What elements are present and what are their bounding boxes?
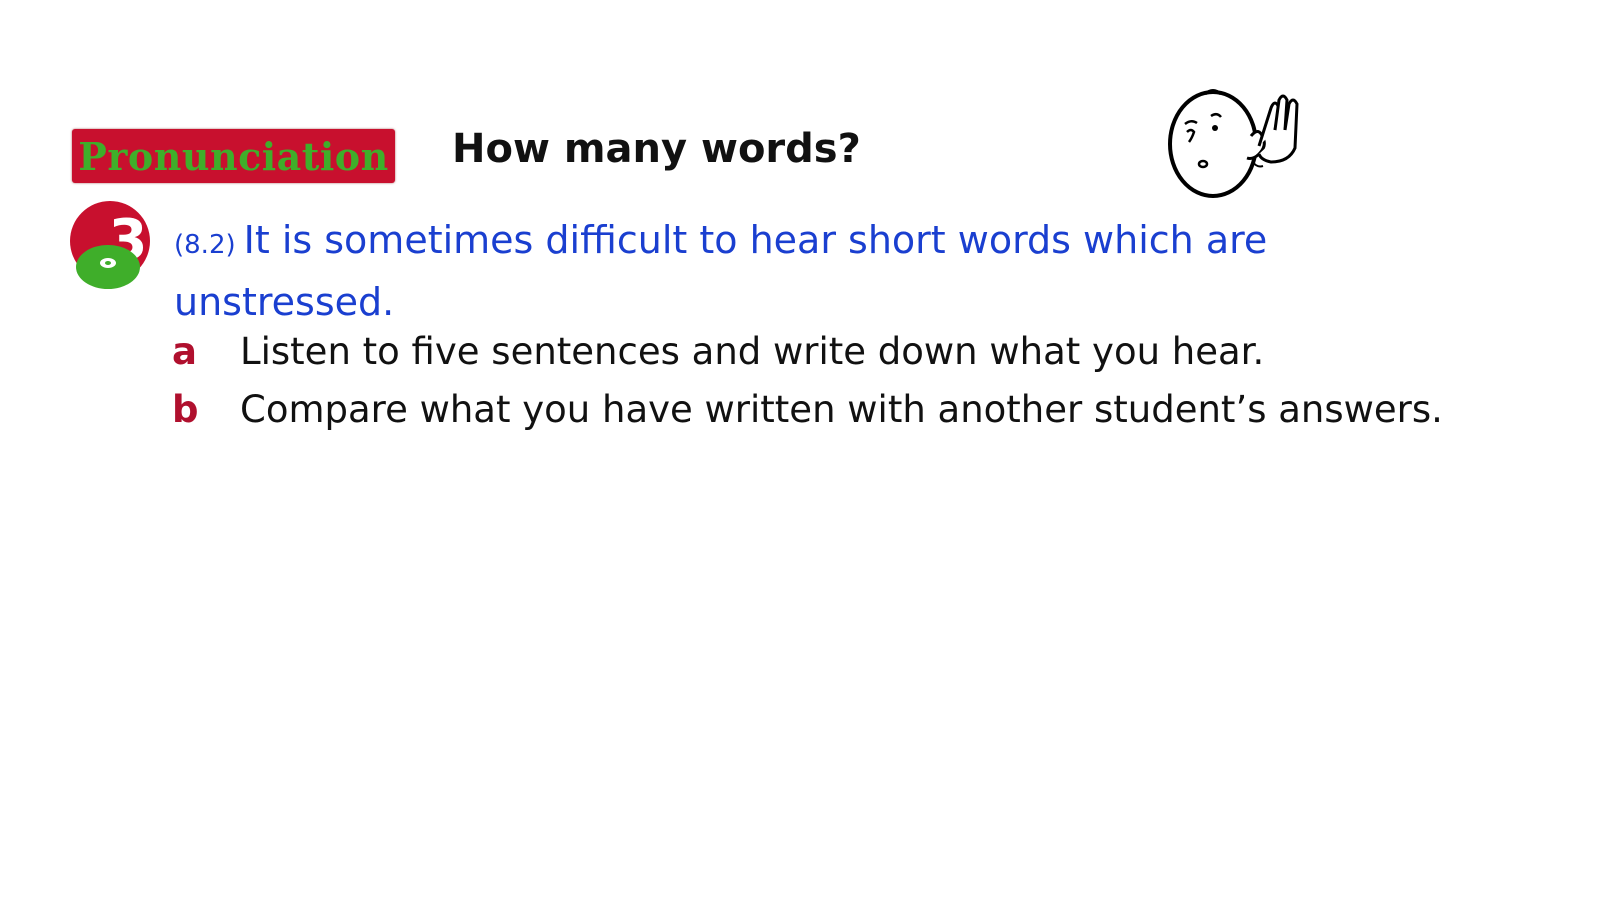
- audio-track-number: (8.2): [174, 230, 236, 260]
- section-badge: Pronunciation: [72, 129, 395, 183]
- list-item: b Compare what you have written with anot…: [172, 388, 1443, 431]
- exercise-intro-text: It is sometimes difficult to hear short …: [174, 218, 1268, 324]
- item-text: Listen to five sentences and write down …: [240, 330, 1265, 373]
- cd-icon: [76, 245, 140, 289]
- list-item: a Listen to five sentences and write down…: [172, 330, 1264, 373]
- listening-face-icon: [1168, 89, 1299, 198]
- exercise-instructions: (8.2) It is sometimes difficult to hear s…: [174, 212, 1354, 331]
- item-letter: b: [172, 388, 199, 431]
- exercise-number-badge: 3: [70, 201, 150, 289]
- item-letter: a: [172, 330, 197, 373]
- item-text: Compare what you have written with anoth…: [240, 388, 1443, 431]
- page-title: How many words?: [452, 126, 861, 172]
